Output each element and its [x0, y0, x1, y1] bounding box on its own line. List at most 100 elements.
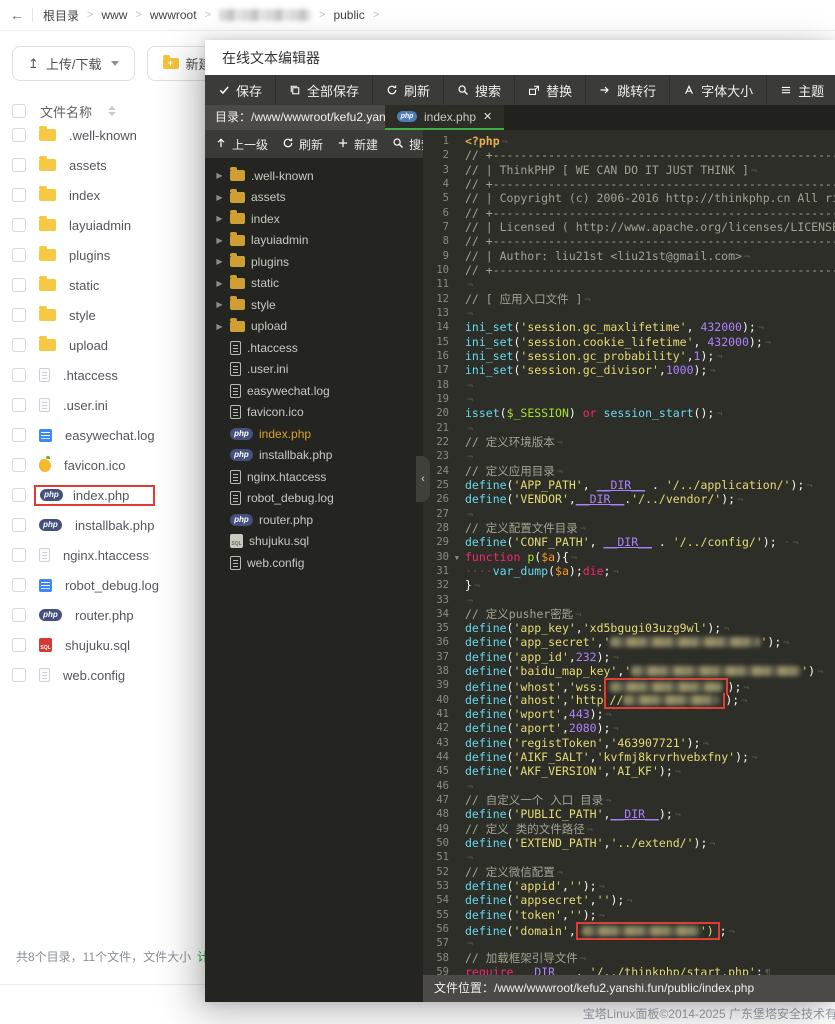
code-line-38[interactable]: 38 define('baidu_map_key',' ') ¬ [423, 664, 835, 678]
row-checkbox[interactable] [12, 398, 26, 412]
code-line-10[interactable]: 10// +----------------------------------… [423, 263, 835, 277]
code-line-37[interactable]: 37 define('app_id',232); ¬ [423, 650, 835, 664]
code-line-16[interactable]: 16 ini_set('session.gc_probability',1); ¬ [423, 349, 835, 363]
code-line-19[interactable]: 19 ¬ [423, 392, 835, 406]
breadcrumb-item-根目录[interactable]: 根目录 [43, 7, 101, 24]
file-row-.well-known[interactable]: .well-known [0, 120, 205, 150]
code-line-56[interactable]: 56 define('domain', '); ¬ [423, 922, 835, 941]
file-row-layuiadmin[interactable]: layuiadmin [0, 210, 205, 240]
tree-item-plugins[interactable]: ▶ plugins [215, 251, 423, 273]
code-line-30[interactable]: 30 ▼ function p($a){¬ [423, 550, 835, 564]
breadcrumb-item-www[interactable]: www [101, 8, 149, 22]
expand-arrow-icon[interactable]: ▶ [215, 236, 224, 245]
code-line-12[interactable]: 12// [ 应用入口文件 ] ¬ [423, 292, 835, 306]
file-row-router.php[interactable]: php router.php [0, 600, 205, 630]
code-line-13[interactable]: 13 ¬ [423, 306, 835, 320]
tree-item-index.php[interactable]: php index.php [215, 423, 423, 445]
code-line-29[interactable]: 29 define('CONF_PATH', __DIR__ . '/../con… [423, 535, 835, 549]
tree-item-style[interactable]: ▶ style [215, 294, 423, 316]
row-checkbox[interactable] [12, 368, 26, 382]
file-row-shujuku.sql[interactable]: SQL shujuku.sql [0, 630, 205, 660]
code-line-3[interactable]: 3// | ThinkPHP [ WE CAN DO IT JUST THINK… [423, 163, 835, 177]
tab-index-php[interactable]: php index.php ✕ [385, 105, 505, 130]
tree-item-router.php[interactable]: php router.php [215, 509, 423, 531]
tree-refresh-button[interactable]: 刷新 [282, 136, 323, 153]
code-line-17[interactable]: 17 ini_set('session.gc_divisor',1000); ¬ [423, 363, 835, 377]
file-row-plugins[interactable]: plugins [0, 240, 205, 270]
code-line-22[interactable]: 22// 定义环境版本 ¬ [423, 435, 835, 449]
code-line-39[interactable]: 39 define('whost','wss:); ¬ [423, 678, 835, 695]
code-line-32[interactable]: 32} ¬ [423, 578, 835, 592]
tree-item-.user.ini[interactable]: .user.ini [215, 359, 423, 381]
code-line-45[interactable]: 45 define('AKF_VERSION','AI_KF'); ¬ [423, 764, 835, 778]
breadcrumb-item-blurred[interactable] [219, 9, 333, 21]
code-line-25[interactable]: 25 define('APP_PATH', __DIR__ . '/../appl… [423, 478, 835, 492]
tree-item-index[interactable]: ▶ index [215, 208, 423, 230]
tree-up-button[interactable]: 上一级 [215, 136, 268, 153]
expand-arrow-icon[interactable]: ▶ [215, 193, 224, 202]
row-checkbox[interactable] [12, 128, 26, 142]
code-line-21[interactable]: 21 ¬ [423, 421, 835, 435]
row-checkbox[interactable] [12, 338, 26, 352]
expand-arrow-icon[interactable]: ▶ [215, 214, 224, 223]
copy-button[interactable]: 全部保存 [276, 75, 374, 105]
file-row-nginx.htaccess[interactable]: nginx.htaccess [0, 540, 205, 570]
file-row-web.config[interactable]: web.config [0, 660, 205, 690]
code-line-27[interactable]: 27 ¬ [423, 507, 835, 521]
replace-button[interactable]: 替换 [515, 75, 587, 105]
code-line-55[interactable]: 55 define('token',''); ¬ [423, 908, 835, 922]
upload-download-button[interactable]: ↥ 上传/下载 [12, 46, 135, 81]
code-line-18[interactable]: 18 ¬ [423, 378, 835, 392]
code-line-53[interactable]: 53 define('appid',''); ¬ [423, 879, 835, 893]
tree-item-upload[interactable]: ▶ upload [215, 316, 423, 338]
row-checkbox[interactable] [12, 218, 26, 232]
code-line-4[interactable]: 4// +-----------------------------------… [423, 177, 835, 191]
code-line-59[interactable]: 59 require __DIR__ . '/../thinkphp/start.… [423, 965, 835, 975]
code-line-8[interactable]: 8// +-----------------------------------… [423, 234, 835, 248]
row-checkbox[interactable] [12, 428, 26, 442]
code-line-26[interactable]: 26 define('VENDOR',__DIR__.'/../vendor/')… [423, 492, 835, 506]
row-checkbox[interactable] [12, 278, 26, 292]
code-line-15[interactable]: 15 ini_set('session.cookie_lifetime', 432… [423, 335, 835, 349]
row-checkbox[interactable] [12, 308, 26, 322]
select-all-checkbox[interactable] [12, 104, 26, 118]
row-checkbox[interactable] [12, 248, 26, 262]
code-line-2[interactable]: 2// +-----------------------------------… [423, 148, 835, 162]
code-line-34[interactable]: 34// 定义pusher密匙 ¬ [423, 607, 835, 621]
tree-item-layuiadmin[interactable]: ▶ layuiadmin [215, 230, 423, 252]
tree-item-static[interactable]: ▶ static [215, 273, 423, 295]
code-line-41[interactable]: 41 define('wport',443); ¬ [423, 707, 835, 721]
tree-item-nginx.htaccess[interactable]: nginx.htaccess [215, 466, 423, 488]
row-checkbox[interactable] [12, 608, 26, 622]
code-line-23[interactable]: 23 ¬ [423, 449, 835, 463]
code-line-54[interactable]: 54 define('appsecret',''); ¬ [423, 893, 835, 907]
code-line-40[interactable]: 40 define('ahost','http//); ¬ [423, 692, 835, 710]
file-row-upload[interactable]: upload [0, 330, 205, 360]
fold-icon[interactable]: ▼ [455, 551, 459, 565]
row-checkbox[interactable] [12, 668, 26, 682]
code-line-9[interactable]: 9// | Author: liu21st <liu21st@gmail.com… [423, 249, 835, 263]
expand-arrow-icon[interactable]: ▶ [215, 279, 224, 288]
refresh-button[interactable]: 刷新 [373, 75, 445, 105]
code-line-36[interactable]: 36 define('app_secret',' '); ¬ [423, 635, 835, 649]
file-row-assets[interactable]: assets [0, 150, 205, 180]
row-checkbox[interactable] [12, 518, 26, 532]
close-tab-icon[interactable]: ✕ [483, 110, 492, 123]
font-button[interactable]: 字体大小 [670, 75, 768, 105]
row-checkbox[interactable] [12, 638, 26, 652]
collapse-tree-handle[interactable]: ‹ [416, 456, 430, 502]
file-row-static[interactable]: static [0, 270, 205, 300]
code-line-14[interactable]: 14 ini_set('session.gc_maxlifetime', 4320… [423, 320, 835, 334]
row-checkbox[interactable] [12, 488, 26, 502]
code-line-35[interactable]: 35 define('app_key','xd5bgugi03uzg9wl'); ¬ [423, 621, 835, 635]
back-arrow-icon[interactable]: ← [10, 7, 24, 23]
row-checkbox[interactable] [12, 188, 26, 202]
theme-button[interactable]: 主题 [767, 75, 835, 105]
search-button[interactable]: 搜索 [444, 75, 516, 105]
code-line-5[interactable]: 5// | Copyright (c) 2006-2016 http://thi… [423, 191, 835, 205]
file-row-robot_debug.log[interactable]: robot_debug.log [0, 570, 205, 600]
tree-item-shujuku.sql[interactable]: SQL shujuku.sql [215, 531, 423, 553]
goto-button[interactable]: 跳转行 [586, 75, 671, 105]
tree-item-web.config[interactable]: web.config [215, 552, 423, 574]
code-line-52[interactable]: 52// 定义微信配置 ¬ [423, 865, 835, 879]
